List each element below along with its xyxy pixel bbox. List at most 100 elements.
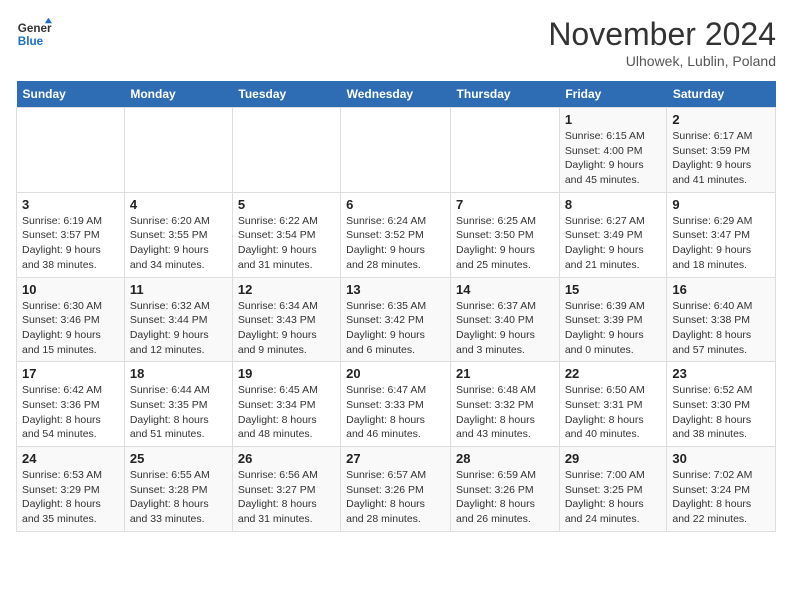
calendar-header-row: SundayMondayTuesdayWednesdayThursdayFrid… [17,81,776,108]
svg-text:Blue: Blue [18,35,44,48]
calendar-week-row: 10 Sunrise: 6:30 AM Sunset: 3:46 PM Dayli… [17,277,776,362]
day-info: Sunrise: 6:44 AM Sunset: 3:35 PM Dayligh… [130,383,227,442]
day-number: 23 [672,366,770,381]
calendar-cell: 17 Sunrise: 6:42 AM Sunset: 3:36 PM Dayli… [17,362,125,447]
day-info: Sunrise: 6:52 AM Sunset: 3:30 PM Dayligh… [672,383,770,442]
calendar-cell: 15 Sunrise: 6:39 AM Sunset: 3:39 PM Dayli… [559,277,667,362]
calendar-cell: 14 Sunrise: 6:37 AM Sunset: 3:40 PM Dayli… [451,277,560,362]
calendar-cell: 16Sunrise: 6:40 AM Sunset: 3:38 PM Dayli… [667,277,776,362]
day-number: 1 [565,112,662,127]
day-number: 3 [22,197,119,212]
day-info: Sunrise: 6:19 AM Sunset: 3:57 PM Dayligh… [22,214,119,273]
day-header-friday: Friday [559,81,667,108]
day-number: 17 [22,366,119,381]
calendar-cell: 5Sunrise: 6:22 AM Sunset: 3:54 PM Daylig… [232,192,340,277]
calendar-cell: 24 Sunrise: 6:53 AM Sunset: 3:29 PM Dayli… [17,447,125,532]
calendar-cell: 19 Sunrise: 6:45 AM Sunset: 3:34 PM Dayli… [232,362,340,447]
calendar-cell: 11 Sunrise: 6:32 AM Sunset: 3:44 PM Dayli… [124,277,232,362]
calendar-cell: 1Sunrise: 6:15 AM Sunset: 4:00 PM Daylig… [559,108,667,193]
svg-text:General: General [18,22,52,35]
title-block: November 2024 Ulhowek, Lublin, Poland [548,16,776,69]
day-number: 9 [672,197,770,212]
day-info: Sunrise: 6:45 AM Sunset: 3:34 PM Dayligh… [238,383,335,442]
day-info: Sunrise: 6:27 AM Sunset: 3:49 PM Dayligh… [565,214,662,273]
day-number: 8 [565,197,662,212]
day-number: 12 [238,282,335,297]
calendar-cell [232,108,340,193]
day-number: 24 [22,451,119,466]
day-info: Sunrise: 6:40 AM Sunset: 3:38 PM Dayligh… [672,299,770,358]
calendar-cell: 6 Sunrise: 6:24 AM Sunset: 3:52 PM Daylig… [341,192,451,277]
day-info: Sunrise: 7:00 AM Sunset: 3:25 PM Dayligh… [565,468,662,527]
day-number: 11 [130,282,227,297]
logo-icon: General Blue [16,16,52,52]
day-info: Sunrise: 6:53 AM Sunset: 3:29 PM Dayligh… [22,468,119,527]
day-number: 18 [130,366,227,381]
day-number: 6 [346,197,445,212]
day-number: 22 [565,366,662,381]
day-info: Sunrise: 6:50 AM Sunset: 3:31 PM Dayligh… [565,383,662,442]
day-info: Sunrise: 6:32 AM Sunset: 3:44 PM Dayligh… [130,299,227,358]
calendar-cell: 22 Sunrise: 6:50 AM Sunset: 3:31 PM Dayli… [559,362,667,447]
day-number: 19 [238,366,335,381]
calendar-table: SundayMondayTuesdayWednesdayThursdayFrid… [16,81,776,532]
day-number: 13 [346,282,445,297]
day-number: 20 [346,366,445,381]
day-info: Sunrise: 6:29 AM Sunset: 3:47 PM Dayligh… [672,214,770,273]
day-info: Sunrise: 7:02 AM Sunset: 3:24 PM Dayligh… [672,468,770,527]
day-header-saturday: Saturday [667,81,776,108]
day-info: Sunrise: 6:24 AM Sunset: 3:52 PM Dayligh… [346,214,445,273]
calendar-week-row: 24 Sunrise: 6:53 AM Sunset: 3:29 PM Dayli… [17,447,776,532]
calendar-cell: 27Sunrise: 6:57 AM Sunset: 3:26 PM Dayli… [341,447,451,532]
day-header-wednesday: Wednesday [341,81,451,108]
calendar-cell: 28 Sunrise: 6:59 AM Sunset: 3:26 PM Dayli… [451,447,560,532]
calendar-cell: 29 Sunrise: 7:00 AM Sunset: 3:25 PM Dayli… [559,447,667,532]
calendar-week-row: 3 Sunrise: 6:19 AM Sunset: 3:57 PM Daylig… [17,192,776,277]
day-header-monday: Monday [124,81,232,108]
calendar-cell: 13 Sunrise: 6:35 AM Sunset: 3:42 PM Dayli… [341,277,451,362]
day-info: Sunrise: 6:56 AM Sunset: 3:27 PM Dayligh… [238,468,335,527]
day-number: 26 [238,451,335,466]
day-info: Sunrise: 6:22 AM Sunset: 3:54 PM Dayligh… [238,214,335,273]
day-info: Sunrise: 6:55 AM Sunset: 3:28 PM Dayligh… [130,468,227,527]
location-subtitle: Ulhowek, Lublin, Poland [548,53,776,69]
day-info: Sunrise: 6:57 AM Sunset: 3:26 PM Dayligh… [346,468,445,527]
calendar-cell: 7Sunrise: 6:25 AM Sunset: 3:50 PM Daylig… [451,192,560,277]
day-info: Sunrise: 6:39 AM Sunset: 3:39 PM Dayligh… [565,299,662,358]
day-number: 28 [456,451,554,466]
day-info: Sunrise: 6:37 AM Sunset: 3:40 PM Dayligh… [456,299,554,358]
day-number: 30 [672,451,770,466]
calendar-cell [341,108,451,193]
day-info: Sunrise: 6:47 AM Sunset: 3:33 PM Dayligh… [346,383,445,442]
day-number: 29 [565,451,662,466]
day-number: 10 [22,282,119,297]
calendar-cell [17,108,125,193]
day-info: Sunrise: 6:42 AM Sunset: 3:36 PM Dayligh… [22,383,119,442]
calendar-cell: 9 Sunrise: 6:29 AM Sunset: 3:47 PM Daylig… [667,192,776,277]
calendar-week-row: 17 Sunrise: 6:42 AM Sunset: 3:36 PM Dayli… [17,362,776,447]
day-header-sunday: Sunday [17,81,125,108]
day-info: Sunrise: 6:34 AM Sunset: 3:43 PM Dayligh… [238,299,335,358]
calendar-cell: 23 Sunrise: 6:52 AM Sunset: 3:30 PM Dayli… [667,362,776,447]
calendar-cell: 2 Sunrise: 6:17 AM Sunset: 3:59 PM Daylig… [667,108,776,193]
day-info: Sunrise: 6:17 AM Sunset: 3:59 PM Dayligh… [672,129,770,188]
day-number: 21 [456,366,554,381]
day-info: Sunrise: 6:59 AM Sunset: 3:26 PM Dayligh… [456,468,554,527]
day-info: Sunrise: 6:35 AM Sunset: 3:42 PM Dayligh… [346,299,445,358]
calendar-cell: 4Sunrise: 6:20 AM Sunset: 3:55 PM Daylig… [124,192,232,277]
calendar-cell: 8 Sunrise: 6:27 AM Sunset: 3:49 PM Daylig… [559,192,667,277]
calendar-cell: 3 Sunrise: 6:19 AM Sunset: 3:57 PM Daylig… [17,192,125,277]
calendar-cell [124,108,232,193]
day-number: 14 [456,282,554,297]
calendar-cell: 26 Sunrise: 6:56 AM Sunset: 3:27 PM Dayli… [232,447,340,532]
calendar-cell: 20 Sunrise: 6:47 AM Sunset: 3:33 PM Dayli… [341,362,451,447]
page-header: General Blue November 2024 Ulhowek, Lubl… [16,16,776,69]
calendar-cell: 18 Sunrise: 6:44 AM Sunset: 3:35 PM Dayli… [124,362,232,447]
day-header-tuesday: Tuesday [232,81,340,108]
day-number: 2 [672,112,770,127]
calendar-cell: 12 Sunrise: 6:34 AM Sunset: 3:43 PM Dayli… [232,277,340,362]
calendar-week-row: 1Sunrise: 6:15 AM Sunset: 4:00 PM Daylig… [17,108,776,193]
day-number: 15 [565,282,662,297]
day-info: Sunrise: 6:30 AM Sunset: 3:46 PM Dayligh… [22,299,119,358]
day-info: Sunrise: 6:20 AM Sunset: 3:55 PM Dayligh… [130,214,227,273]
